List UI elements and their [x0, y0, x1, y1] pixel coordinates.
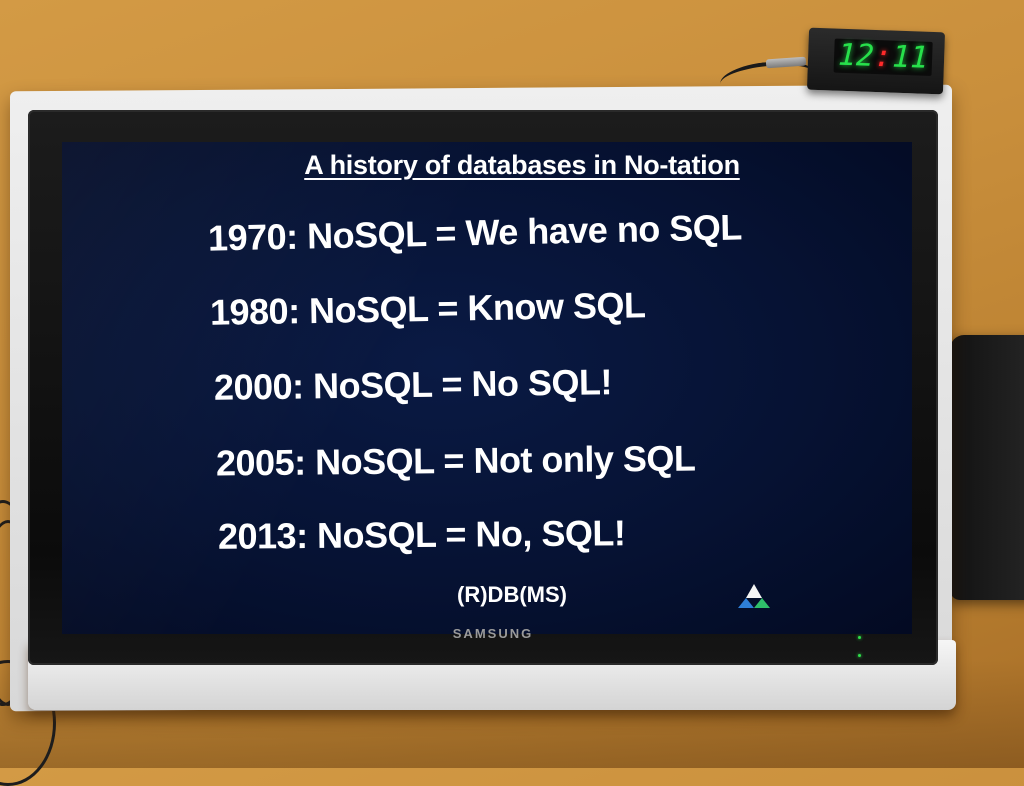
slide-logo-icon: [738, 584, 770, 608]
speaker: [950, 335, 1024, 600]
clock-hours: 12: [837, 37, 875, 74]
clock-minutes: 11: [891, 39, 929, 76]
digital-clock: 12:11: [806, 27, 946, 95]
slide-line-1980: 1980: NoSQL = Know SQL: [209, 284, 646, 333]
slide-line-1970: 1970: NoSQL = We have no SQL: [207, 206, 743, 259]
monitor-screen: A history of databases in No-tation 1970…: [62, 142, 912, 634]
monitor-brand-logo: SAMSUNG: [452, 626, 534, 641]
clock-display: 12:11: [833, 37, 933, 76]
slide-footer: (R)DB(MS): [457, 582, 567, 607]
power-led: [858, 626, 868, 657]
slide-line-2000: 2000: NoSQL = No SQL!: [213, 361, 613, 408]
clock-colon: :: [873, 38, 893, 75]
slide-title: A history of databases in No-tation: [304, 150, 740, 180]
slide-line-2013: 2013: NoSQL = No, SQL!: [217, 512, 626, 557]
slide-line-2005: 2005: NoSQL = Not only SQL: [215, 437, 696, 484]
